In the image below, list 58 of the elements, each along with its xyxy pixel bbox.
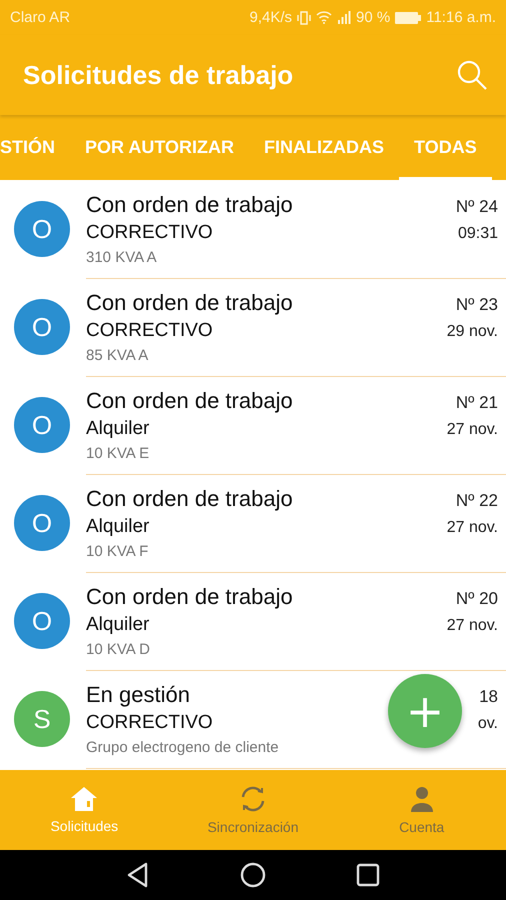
request-detail: 10 KVA D: [86, 640, 150, 658]
request-status[interactable]: Con orden de trabajo: [86, 388, 293, 414]
screen-title: Solicitudes de trabajo: [23, 60, 294, 90]
request-date: 27 nov.: [446, 616, 498, 634]
request-status[interactable]: Con orden de trabajo: [86, 192, 293, 218]
battery-percent: 90 %: [356, 9, 390, 26]
request-detail: 10 KVA E: [86, 444, 150, 462]
nav-label[interactable]: Solicitudes: [50, 818, 118, 834]
avatar: O: [14, 201, 70, 257]
back-icon[interactable]: [126, 862, 150, 888]
avatar: O: [14, 299, 70, 355]
request-number: Nº 21: [456, 392, 498, 412]
search-icon[interactable]: [456, 59, 488, 91]
request-type: Alquiler: [86, 614, 150, 636]
avatar: O: [14, 593, 70, 649]
request-type: CORRECTIVO: [86, 320, 213, 342]
request-number: 18: [479, 686, 498, 706]
request-type: CORRECTIVO: [86, 712, 213, 734]
request-date: ov.: [478, 714, 498, 732]
network-speed: 9,4K/s: [250, 9, 292, 26]
tab[interactable]: STIÓN: [0, 115, 70, 180]
request-detail: 10 KVA F: [86, 542, 148, 560]
wifi-icon: [316, 11, 332, 24]
request-date: 29 nov.: [446, 322, 498, 340]
request-type: Alquiler: [86, 516, 150, 538]
request-date: 27 nov.: [446, 420, 498, 438]
recents-icon[interactable]: [356, 863, 380, 887]
tab[interactable]: FINALIZADAS: [249, 115, 400, 180]
avatar: O: [14, 495, 70, 551]
clock-text: 11:16 a.m.: [426, 9, 496, 26]
request-status[interactable]: Con orden de trabajo: [86, 290, 293, 316]
request-number: Nº 20: [456, 588, 498, 608]
avatar: S: [14, 691, 70, 747]
add-button[interactable]: +: [388, 674, 462, 748]
request-date: 09:31: [458, 224, 498, 242]
request-type: CORRECTIVO: [86, 222, 213, 244]
request-number: Nº 23: [456, 294, 498, 314]
request-number: Nº 24: [456, 196, 498, 216]
request-date: 27 nov.: [446, 518, 498, 536]
battery-icon: [395, 12, 422, 24]
nav-label[interactable]: Cuenta: [399, 819, 444, 835]
home-icon[interactable]: [70, 786, 98, 812]
request-number: Nº 22: [456, 490, 498, 510]
nav-label[interactable]: Sincronización: [207, 819, 299, 835]
home-circle-icon[interactable]: [240, 862, 266, 888]
request-detail: Grupo electrogeno de cliente: [86, 738, 279, 756]
request-type: Alquiler: [86, 418, 150, 440]
avatar: O: [14, 397, 70, 453]
tab[interactable]: TODAS: [399, 115, 492, 180]
signal-icon: [337, 11, 352, 24]
request-detail: 310 KVA A: [86, 248, 157, 266]
tab[interactable]: POR AUTORIZAR: [70, 115, 250, 180]
request-status[interactable]: En gestión: [86, 682, 190, 708]
request-detail: 85 KVA A: [86, 346, 148, 364]
carrier-text: Claro AR: [10, 9, 70, 26]
request-status[interactable]: Con orden de trabajo: [86, 486, 293, 512]
vibrate-icon: [297, 10, 312, 24]
request-status[interactable]: Con orden de trabajo: [86, 584, 293, 610]
